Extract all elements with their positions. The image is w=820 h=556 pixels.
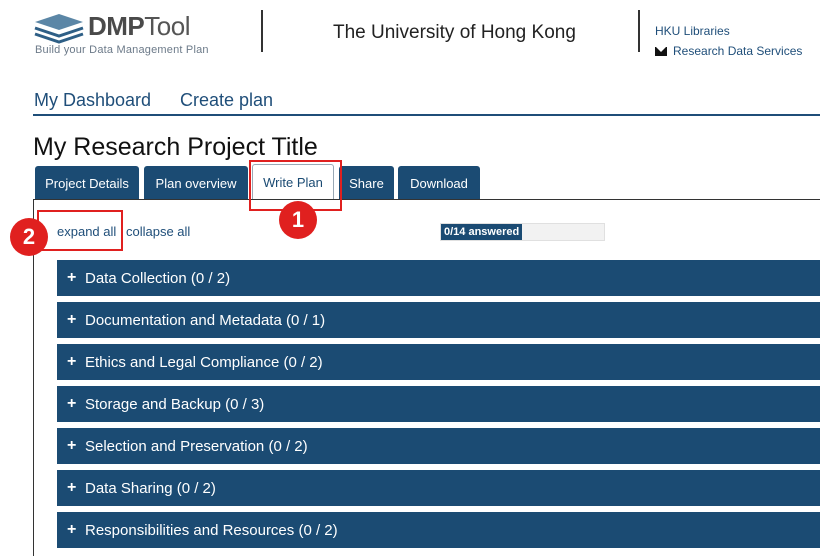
section-data-collection[interactable]: + Data Collection (0 / 2) — [57, 260, 820, 296]
annotation-badge-1: 1 — [279, 201, 317, 239]
section-responsibilities-resources[interactable]: + Responsibilities and Resources (0 / 2) — [57, 512, 820, 548]
plus-icon: + — [67, 437, 77, 454]
nav-create-plan[interactable]: Create plan — [180, 90, 273, 111]
nav-underline — [33, 114, 820, 116]
tab-baseline — [33, 199, 820, 200]
section-documentation-metadata[interactable]: + Documentation and Metadata (0 / 1) — [57, 302, 820, 338]
section-title: Selection and Preservation (0 / 2) — [85, 437, 308, 455]
plus-icon: + — [67, 479, 77, 496]
plus-icon: + — [67, 353, 77, 370]
progress-bar: 0/14 answered — [440, 223, 605, 241]
logo-wordmark[interactable]: DMPTool — [88, 11, 190, 42]
tab-project-details[interactable]: Project Details — [35, 166, 139, 200]
logo-name-suffix: Tool — [144, 11, 190, 41]
plus-icon: + — [67, 395, 77, 412]
progress-label: 0/14 answered — [444, 226, 520, 238]
plus-icon: + — [67, 269, 77, 286]
research-data-services-link[interactable]: Research Data Services — [655, 44, 802, 58]
header-divider — [261, 10, 263, 52]
section-title: Storage and Backup (0 / 3) — [85, 395, 265, 413]
plus-icon: + — [67, 521, 77, 538]
institution-name: The University of Hong Kong — [333, 22, 576, 43]
dmptool-logo-icon — [34, 14, 84, 44]
tab-download[interactable]: Download — [398, 166, 480, 200]
collapse-all-link[interactable]: collapse all — [126, 224, 190, 239]
nav-my-dashboard[interactable]: My Dashboard — [34, 90, 151, 111]
header-divider — [638, 10, 640, 52]
logo-name: DMP — [88, 11, 145, 41]
section-storage-backup[interactable]: + Storage and Backup (0 / 3) — [57, 386, 820, 422]
section-title: Data Sharing (0 / 2) — [85, 479, 216, 497]
section-ethics-legal[interactable]: + Ethics and Legal Compliance (0 / 2) — [57, 344, 820, 380]
section-data-sharing[interactable]: + Data Sharing (0 / 2) — [57, 470, 820, 506]
section-title: Data Collection (0 / 2) — [85, 269, 231, 287]
annotation-highlight-expand-all — [37, 210, 123, 251]
research-data-services-label: Research Data Services — [673, 44, 803, 58]
logo-tagline: Build your Data Management Plan — [35, 44, 209, 56]
annotation-badge-2: 2 — [10, 218, 48, 256]
envelope-icon — [655, 46, 667, 56]
section-selection-preservation[interactable]: + Selection and Preservation (0 / 2) — [57, 428, 820, 464]
page-title: My Research Project Title — [33, 133, 318, 161]
plus-icon: + — [67, 311, 77, 328]
section-title: Responsibilities and Resources (0 / 2) — [85, 521, 338, 539]
section-title: Ethics and Legal Compliance (0 / 2) — [85, 353, 323, 371]
tab-plan-overview[interactable]: Plan overview — [144, 166, 248, 200]
hku-libraries-link[interactable]: HKU Libraries — [655, 24, 730, 38]
section-title: Documentation and Metadata (0 / 1) — [85, 311, 326, 329]
tab-share[interactable]: Share — [339, 166, 394, 200]
